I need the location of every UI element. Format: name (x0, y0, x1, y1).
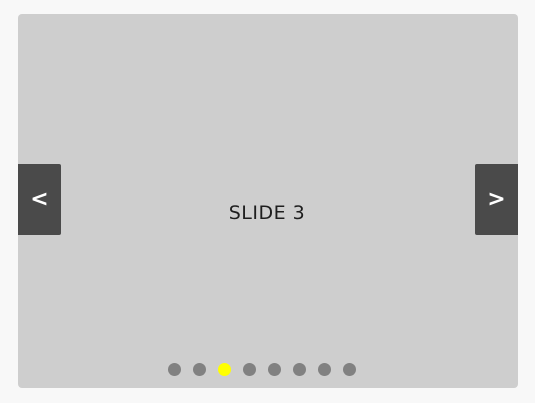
pagination-dots (168, 363, 356, 376)
pagination-dot-1[interactable] (168, 363, 181, 376)
slide-label: SLIDE 3 (228, 202, 306, 224)
prev-slide-button[interactable]: < (18, 164, 61, 235)
pagination-dot-4[interactable] (243, 363, 256, 376)
pagination-dot-7[interactable] (318, 363, 331, 376)
pagination-dot-5[interactable] (268, 363, 281, 376)
pagination-dot-8[interactable] (343, 363, 356, 376)
pagination-dot-2[interactable] (193, 363, 206, 376)
next-slide-button[interactable]: > (475, 164, 518, 235)
carousel: SLIDE 3 < > (18, 14, 518, 388)
pagination-dot-3[interactable] (218, 363, 231, 376)
pagination-dot-6[interactable] (293, 363, 306, 376)
